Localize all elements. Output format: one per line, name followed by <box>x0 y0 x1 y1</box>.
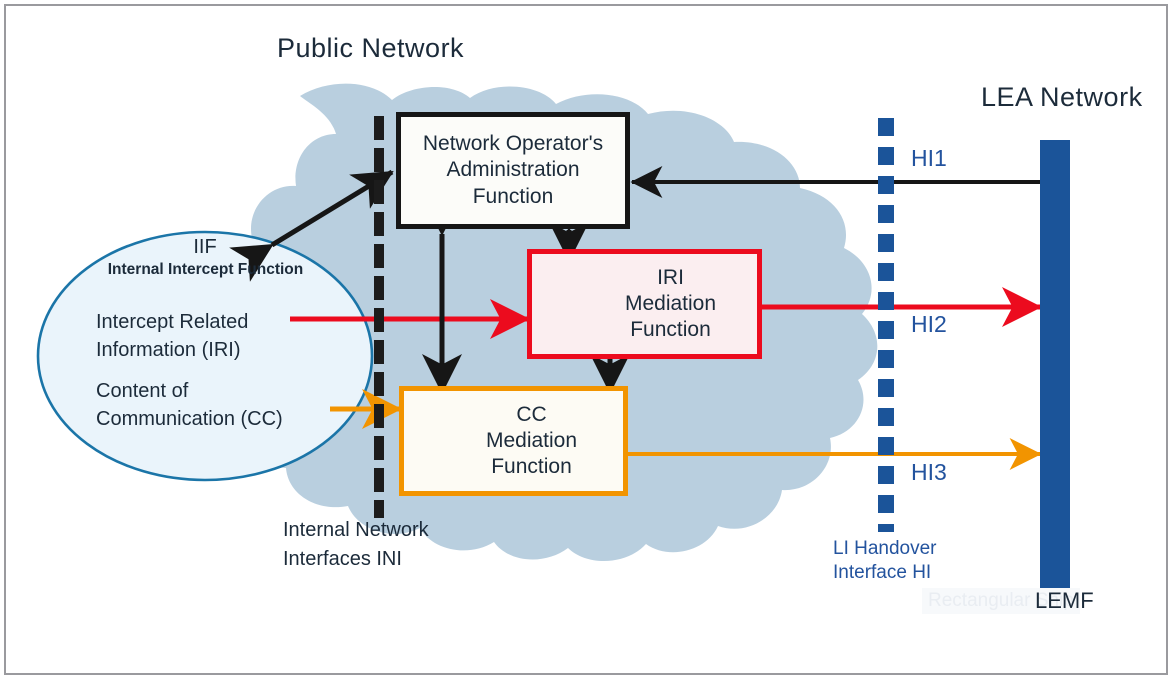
hi3-label: HI3 <box>911 459 947 485</box>
ini-caption-line-2: Interfaces INI <box>283 548 402 570</box>
lemf-label: LEMF <box>1035 588 1094 613</box>
cc-mediation-label: CC Mediation Function <box>485 402 578 479</box>
hi1-label: HI1 <box>911 145 947 171</box>
ini-caption-line-1: Internal Network <box>283 519 429 541</box>
cc-description-line-2: Communication (CC) <box>96 408 283 430</box>
hi-caption-line-1: LI Handover <box>833 538 937 559</box>
iri-mediation-label: IRI Mediation Function <box>624 265 717 342</box>
lemf-bar <box>1040 140 1070 590</box>
lea-network-title: LEA Network <box>981 82 1143 112</box>
iif-acronym: IIF <box>193 236 217 258</box>
cc-mediation-function-box[interactable]: CC Mediation Function <box>399 386 628 496</box>
iri-description-line-2: Information (IRI) <box>96 339 241 361</box>
noaf-label: Network Operator's Administration Function <box>422 132 604 208</box>
diagram-canvas: Network Operator's Administration Function… <box>0 0 1173 680</box>
network-operator-administration-function-box[interactable]: Network Operator's Administration Function <box>396 112 630 229</box>
cc-description-line-1: Content of <box>96 380 189 402</box>
iri-mediation-function-box[interactable]: IRI Mediation Function <box>527 249 762 359</box>
iri-description-line-1: Intercept Related <box>96 311 249 333</box>
public-network-title: Public Network <box>277 33 465 63</box>
iif-expansion: Internal Intercept Function <box>107 261 304 278</box>
hi-caption-line-2: Interface HI <box>833 562 932 583</box>
hi2-label: HI2 <box>911 311 947 337</box>
